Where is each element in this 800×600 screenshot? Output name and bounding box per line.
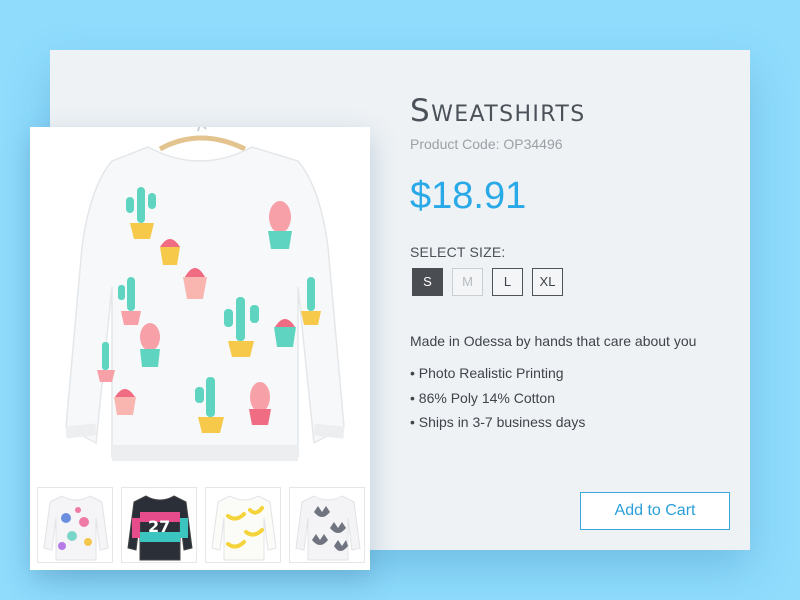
add-to-cart-button[interactable]: Add to Cart (580, 492, 730, 530)
size-option-l[interactable]: L (492, 268, 523, 296)
main-product-image (30, 127, 370, 485)
thumbnail-27-sweatshirt[interactable]: 27 (121, 487, 197, 563)
product-gallery: 27 (30, 127, 370, 570)
thumbnail-strip: 27 (37, 487, 367, 563)
thumbnail-banana-sweatshirt[interactable] (205, 487, 281, 563)
size-option-m: M (452, 268, 483, 296)
select-size-label: SELECT SIZE: (410, 244, 506, 260)
feature-item: • 86% Poly 14% Cotton (410, 389, 555, 406)
feature-list: • Photo Realistic Printing • 86% Poly 14… (410, 365, 585, 439)
product-code: Product Code: OP34496 (410, 136, 563, 152)
svg-text:27: 27 (148, 517, 170, 536)
thumbnail-owl-sweatshirt[interactable] (37, 487, 113, 563)
feature-item: • Ships in 3-7 business days (410, 414, 586, 430)
feature-item: • Photo Realistic Printing (410, 365, 564, 381)
size-option-xl[interactable]: XL (532, 268, 563, 296)
product-price: $18.91 (410, 175, 527, 217)
product-description: Made in Odessa by hands that care about … (410, 333, 697, 349)
size-option-s[interactable]: S (412, 268, 443, 296)
thumbnail-cat-sweatshirt[interactable] (289, 487, 365, 563)
product-title: Sweatshirts (410, 93, 586, 129)
